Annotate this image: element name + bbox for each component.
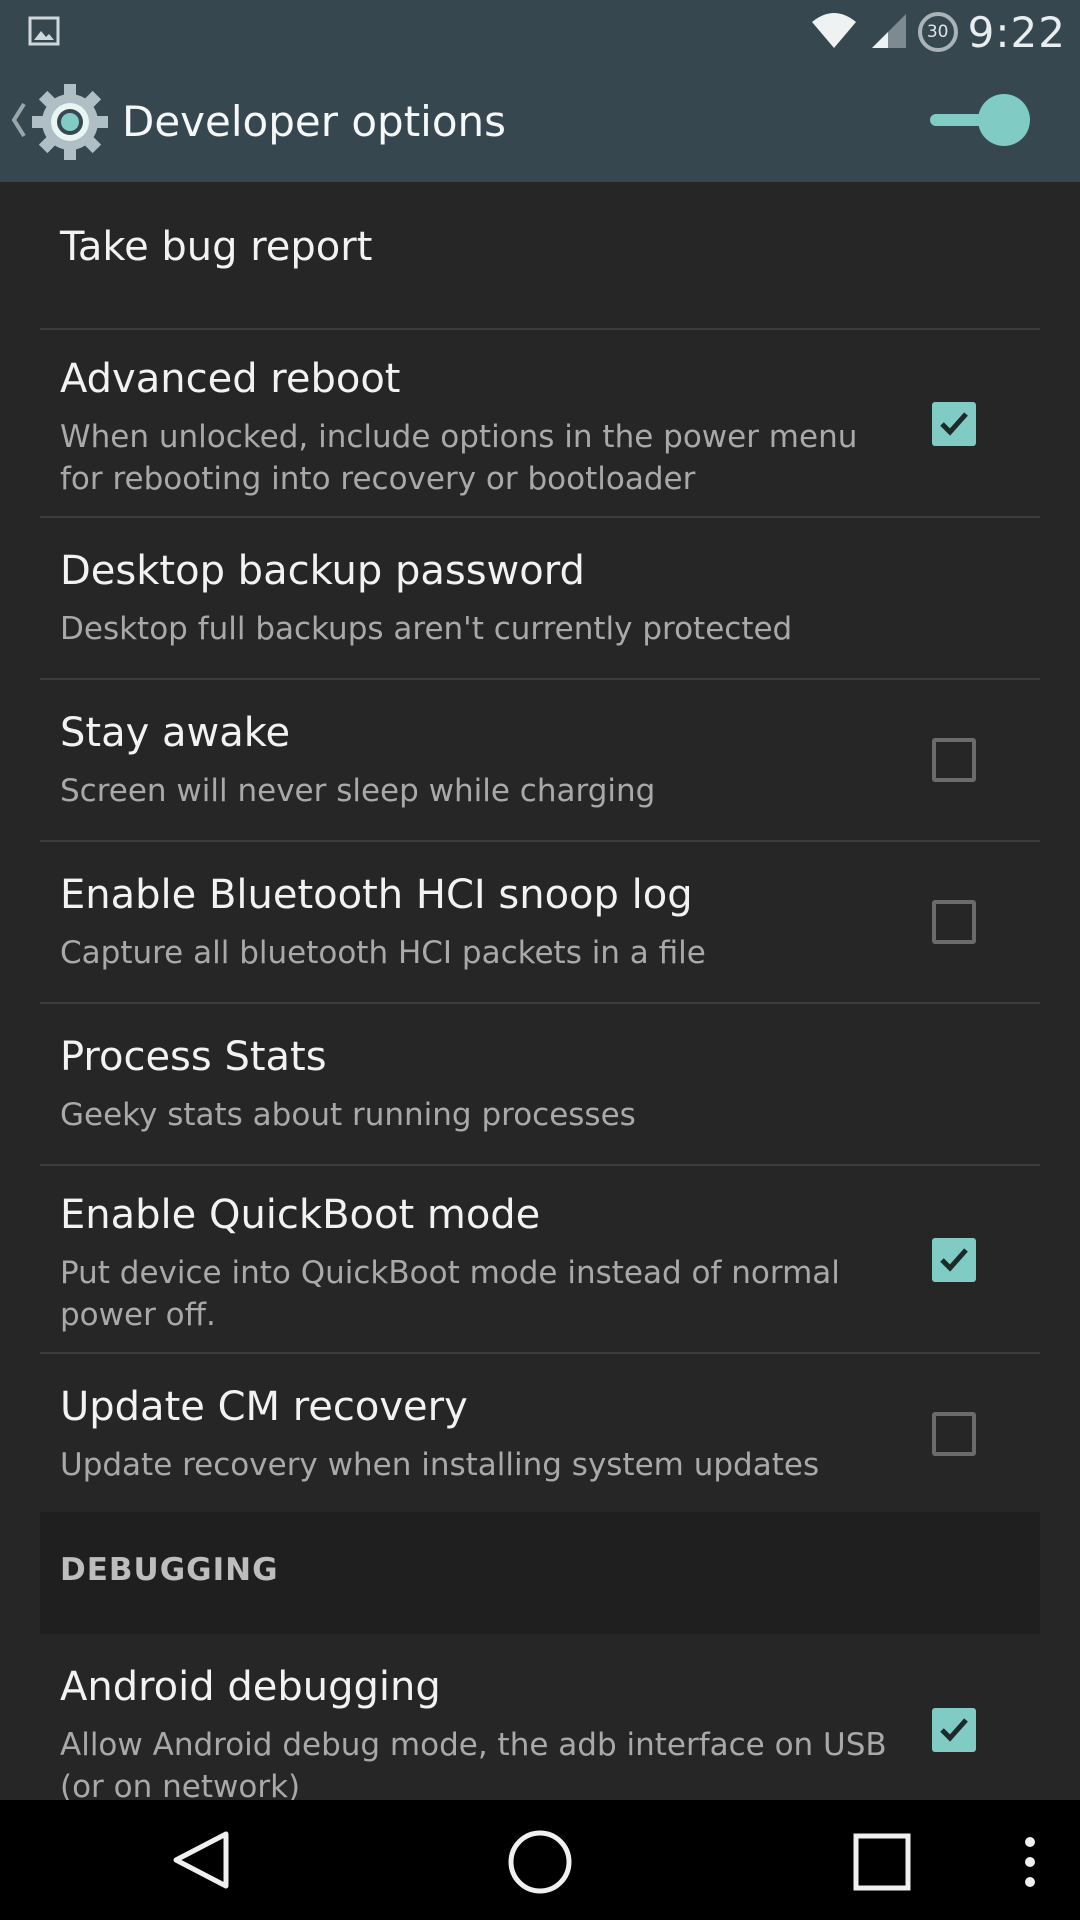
pref-summary: Allow Android debug mode, the adb interf…: [60, 1727, 887, 1800]
settings-gear-icon[interactable]: [30, 82, 110, 166]
switch-thumb: [978, 94, 1030, 146]
pref-title: Stay awake: [60, 710, 291, 756]
pref-title: Update CM recovery: [60, 1384, 468, 1430]
pref-summary: Desktop full backups aren't currently pr…: [60, 611, 793, 647]
checkbox-checked[interactable]: [932, 402, 976, 446]
pref-desktop-backup-password[interactable]: Desktop backup password Desktop full bac…: [40, 518, 1040, 680]
clock-time: 9:22: [967, 7, 1066, 57]
cell-signal-icon: [868, 10, 908, 54]
overflow-menu-icon[interactable]: [1020, 1834, 1040, 1894]
pref-take-bug-report[interactable]: Take bug report: [40, 182, 1040, 330]
checkbox-unchecked[interactable]: [932, 738, 976, 782]
pref-title: Enable QuickBoot mode: [60, 1192, 541, 1238]
pref-title: Advanced reboot: [60, 356, 401, 402]
pref-summary: When unlocked, include options in the po…: [60, 419, 858, 497]
home-icon[interactable]: [506, 1828, 574, 1900]
status-bar: 30 9:22: [0, 0, 1080, 64]
page-title: Developer options: [122, 97, 507, 146]
pref-summary: Screen will never sleep while charging: [60, 773, 656, 809]
section-header-label: DEBUGGING: [60, 1552, 279, 1588]
pref-stay-awake[interactable]: Stay awake Screen will never sleep while…: [40, 680, 1040, 842]
pref-process-stats[interactable]: Process Stats Geeky stats about running …: [40, 1004, 1040, 1166]
pref-advanced-reboot[interactable]: Advanced reboot When unlocked, include o…: [40, 330, 1040, 518]
navigation-bar: [0, 1800, 1080, 1920]
pref-enable-quickboot-mode[interactable]: Enable QuickBoot mode Put device into Qu…: [40, 1166, 1040, 1354]
image-notification-icon: [28, 16, 60, 50]
pref-bluetooth-hci-snoop-log[interactable]: Enable Bluetooth HCI snoop log Capture a…: [40, 842, 1040, 1004]
pref-android-debugging[interactable]: Android debugging Allow Android debug mo…: [40, 1634, 1040, 1800]
pref-title: Desktop backup password: [60, 548, 585, 594]
checkbox-checked[interactable]: [932, 1238, 976, 1282]
battery-circle-icon: 30: [917, 12, 958, 52]
pref-update-cm-recovery[interactable]: Update CM recovery Update recovery when …: [40, 1354, 1040, 1512]
recents-icon[interactable]: [852, 1832, 912, 1896]
pref-title: Android debugging: [60, 1664, 441, 1710]
checkbox-checked[interactable]: [932, 1708, 976, 1752]
pref-summary: Capture all bluetooth HCI packets in a f…: [60, 935, 706, 971]
developer-options-toggle[interactable]: [926, 92, 1032, 148]
pref-summary: Update recovery when installing system u…: [60, 1447, 820, 1483]
back-icon[interactable]: [168, 1828, 232, 1896]
wifi-icon: [810, 10, 858, 54]
checkbox-unchecked[interactable]: [932, 900, 976, 944]
pref-title: Process Stats: [60, 1034, 327, 1080]
checkbox-unchecked[interactable]: [932, 1412, 976, 1456]
pref-summary: Put device into QuickBoot mode instead o…: [60, 1255, 840, 1333]
preference-list: Take bug report Advanced reboot When unl…: [0, 182, 1080, 1800]
section-header-debugging: DEBUGGING: [40, 1512, 1040, 1634]
pref-summary: Geeky stats about running processes: [60, 1097, 636, 1133]
up-navigation-chevron-icon[interactable]: [8, 100, 28, 144]
pref-title: Enable Bluetooth HCI snoop log: [60, 872, 693, 918]
pref-title: Take bug report: [60, 224, 373, 270]
action-bar: Developer options: [0, 64, 1080, 182]
